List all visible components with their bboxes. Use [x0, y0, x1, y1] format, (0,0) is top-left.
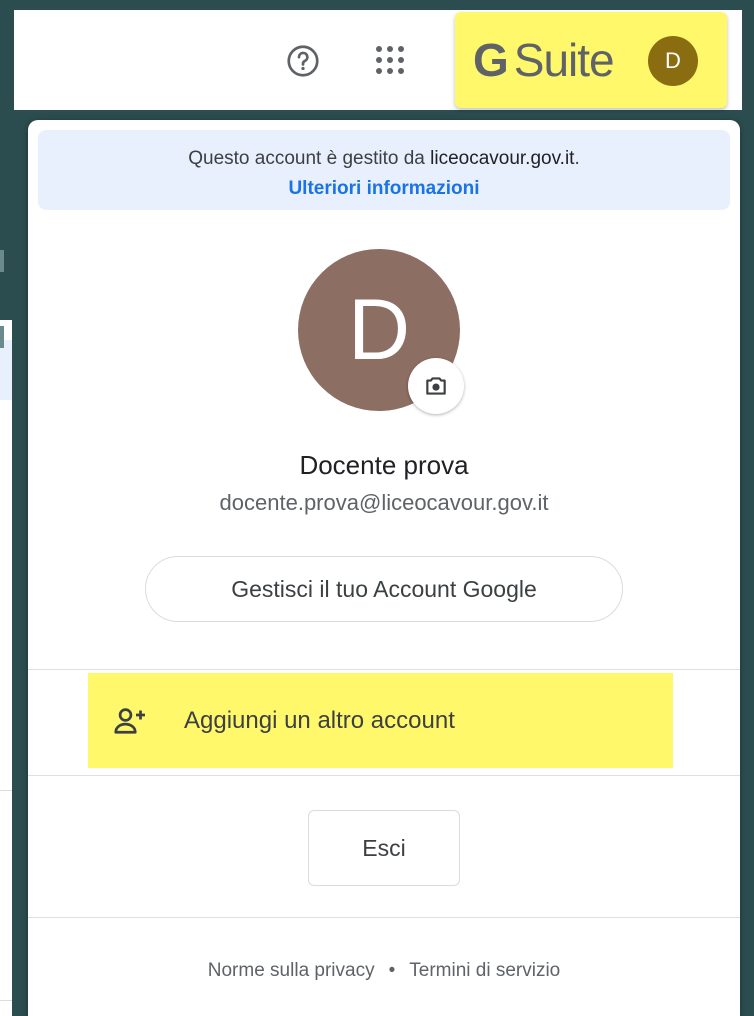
background-selected-row — [0, 340, 12, 400]
avatar[interactable]: D — [648, 36, 698, 86]
managed-suffix: . — [574, 148, 580, 169]
gsuite-logo-suite: Suite — [513, 34, 615, 86]
change-photo-button[interactable] — [408, 358, 464, 414]
help-circle-icon — [287, 45, 319, 77]
add-account-button[interactable]: Aggiungi un altro account — [88, 673, 673, 768]
add-account-label: Aggiungi un altro account — [184, 707, 455, 734]
gsuite-logo-g: G — [473, 34, 509, 86]
background-tick — [0, 250, 4, 272]
managed-domain: liceocavour.gov.it — [430, 148, 575, 169]
user-name: Docente prova — [299, 450, 469, 480]
divider — [28, 775, 740, 776]
managed-account-banner: Questo account è gestito da liceocavour.… — [38, 130, 730, 210]
top-bar: G Suite D — [14, 10, 742, 110]
privacy-link[interactable]: Norme sulla privacy — [208, 960, 375, 981]
background-divider — [0, 1000, 12, 1001]
person-add-icon — [114, 708, 145, 734]
help-button[interactable] — [284, 42, 322, 80]
user-email: docente.prova@liceocavour.gov.it — [219, 490, 549, 515]
sign-out-button[interactable]: Esci — [308, 810, 460, 886]
divider — [28, 917, 740, 918]
manage-account-button[interactable]: Gestisci il tuo Account Google — [145, 556, 623, 622]
gsuite-account-button[interactable]: G Suite D — [455, 12, 727, 108]
background-tick — [0, 326, 4, 348]
gsuite-logo: G Suite — [473, 33, 615, 87]
background-divider — [0, 790, 12, 791]
managed-account-text: Questo account è gestito da liceocavour.… — [38, 148, 730, 170]
background-page-fragment — [0, 320, 12, 1016]
footer-links: Norme sulla privacy • Termini di servizio — [28, 960, 740, 982]
more-info-link[interactable]: Ulteriori informazioni — [38, 178, 730, 200]
divider — [28, 669, 740, 670]
footer-separator: • — [388, 960, 396, 981]
camera-icon — [426, 377, 446, 395]
account-popup: Questo account è gestito da liceocavour.… — [28, 120, 740, 1016]
terms-link[interactable]: Termini di servizio — [409, 960, 560, 981]
apps-grid-icon[interactable] — [370, 40, 410, 80]
managed-prefix: Questo account è gestito da — [188, 148, 425, 169]
